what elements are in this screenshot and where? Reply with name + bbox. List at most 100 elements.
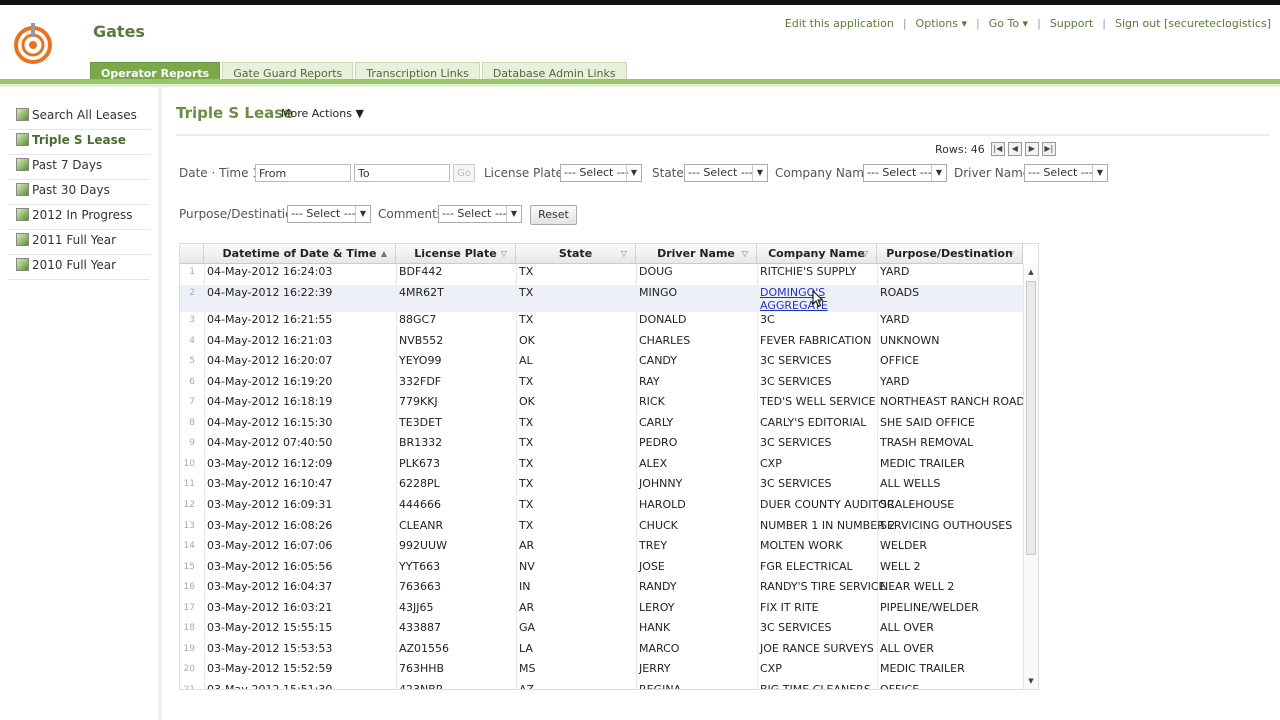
table-row[interactable]: 18 03-May-2012 15:55:15 433887 GA HANK 3C SER… <box>180 620 1023 641</box>
company-name-cell: MOLTEN WORK <box>760 539 843 553</box>
license-plate-select[interactable]: --- Select --- ▼ <box>560 164 642 182</box>
table-row[interactable]: 2 04-May-2012 16:22:39 4MR62T TX MINGO DOMING… <box>180 284 1023 313</box>
table-row[interactable]: 3 04-May-2012 16:21:55 88GC7 TX DONALD 3C YARD <box>180 312 1023 333</box>
datetime-cell: 04-May-2012 16:20:07 <box>207 354 333 368</box>
sidebar-item-triple-s-lease[interactable]: Triple S Lease <box>8 130 150 155</box>
filter-icon: ▽ <box>620 249 627 258</box>
state-cell: AR <box>519 539 535 553</box>
sidebar-item-search-all-leases[interactable]: Search All Leases <box>8 105 150 130</box>
date-to-input[interactable]: To <box>354 164 450 182</box>
table-row[interactable]: 6 04-May-2012 16:19:20 332FDF TX RAY 3C SERVI… <box>180 374 1023 395</box>
purpose-destination-cell: OFFICE <box>880 354 920 368</box>
driver-name-cell: CANDY <box>639 354 678 368</box>
state-cell: AL <box>519 354 533 368</box>
table-row[interactable]: 17 03-May-2012 16:03:21 43JJ65 AR LEROY FIX I… <box>180 600 1023 621</box>
driver-name-cell: JOSE <box>639 559 665 573</box>
state-cell: TX <box>519 374 534 388</box>
date-from-input[interactable]: From <box>255 164 351 182</box>
sign-out-link[interactable]: Sign out [secureteclogistics] <box>1115 17 1271 30</box>
first-page-icon[interactable]: |◀ <box>990 142 1005 156</box>
driver-name-cell: CHARLES <box>639 333 691 347</box>
edit-application-link[interactable]: Edit this application <box>785 17 894 30</box>
datetime-cell: 04-May-2012 07:40:50 <box>207 436 333 450</box>
scroll-up-icon[interactable]: ▲ <box>1024 266 1038 278</box>
grid-scrollbar[interactable]: ▲ ▼ <box>1023 264 1038 689</box>
table-row[interactable]: 20 03-May-2012 15:52:59 763HHB MS JERRY CXP ME… <box>180 661 1023 682</box>
company-name-select[interactable]: --- Select --- ▼ <box>863 164 947 182</box>
datetime-cell: 03-May-2012 16:12:09 <box>207 456 333 470</box>
driver-name-cell: RANDY <box>639 580 677 594</box>
last-page-icon[interactable]: ▶| <box>1041 142 1056 156</box>
state-cell: TX <box>519 265 534 278</box>
prev-page-icon[interactable]: ◀ <box>1007 142 1022 156</box>
datetime-cell: 03-May-2012 16:05:56 <box>207 559 333 573</box>
goto-menu[interactable]: Go To ▾ <box>989 17 1028 30</box>
table-row[interactable]: 19 03-May-2012 15:53:53 AZ01556 LA MARCO JOE … <box>180 641 1023 662</box>
table-row[interactable]: 8 04-May-2012 16:15:30 TE3DET TX CARLY CARLY'… <box>180 415 1023 436</box>
driver-name-select[interactable]: --- Select --- ▼ <box>1024 164 1108 182</box>
license-plate-cell: AZ01556 <box>399 641 450 655</box>
column-header-datetime[interactable]: Datetime of Date & Time ▲ <box>204 244 396 263</box>
report-icon <box>16 133 29 146</box>
table-row[interactable]: 12 03-May-2012 16:09:31 444666 TX HAROLD DUER… <box>180 497 1023 518</box>
column-header-purpose-destination[interactable]: Purpose/Destination ▽ <box>877 244 1023 263</box>
license-plate-cell: 43JJ65 <box>399 600 434 614</box>
license-plate-cell: 779KKJ <box>399 395 438 409</box>
company-name-cell: RITCHIE'S SUPPLY <box>760 265 857 278</box>
driver-name-cell: LEROY <box>639 600 675 614</box>
state-select[interactable]: --- Select --- ▼ <box>684 164 768 182</box>
options-menu[interactable]: Options ▾ <box>916 17 967 30</box>
table-row[interactable]: 10 03-May-2012 16:12:09 PLK673 TX ALEX CXP MED… <box>180 456 1023 477</box>
sidebar-item-past-30-days[interactable]: Past 30 Days <box>8 180 150 205</box>
next-page-icon[interactable]: ▶ <box>1024 142 1039 156</box>
go-button[interactable]: Go <box>453 164 475 182</box>
datetime-cell: 04-May-2012 16:24:03 <box>207 265 333 278</box>
column-header-driver-name[interactable]: Driver Name ▽ <box>636 244 757 263</box>
table-row[interactable]: 9 04-May-2012 07:40:50 BR1332 TX PEDRO 3C SER… <box>180 435 1023 456</box>
purpose-destination-cell: ALL WELLS <box>880 477 941 491</box>
table-row[interactable]: 1 04-May-2012 16:24:03 BDF442 TX DOUG RITCHIE… <box>180 264 1023 285</box>
driver-name-cell: JOHNNY <box>639 477 683 491</box>
license-plate-cell: CLEANR <box>399 518 444 532</box>
table-row[interactable]: 11 03-May-2012 16:10:47 6228PL TX JOHNNY 3C S… <box>180 476 1023 497</box>
state-cell: TX <box>519 497 534 511</box>
license-plate-cell: NVB552 <box>399 333 444 347</box>
sidebar-item-2012-in-progress[interactable]: 2012 In Progress <box>8 205 150 230</box>
column-header-company-name[interactable]: Company Name ▽ <box>757 244 877 263</box>
purpose-destination-select[interactable]: --- Select --- ▼ <box>287 205 371 223</box>
scroll-down-icon[interactable]: ▼ <box>1024 675 1038 687</box>
table-row[interactable]: 15 03-May-2012 16:05:56 YYT663 NV JOSE FGR EL… <box>180 559 1023 580</box>
row-number: 16 <box>183 582 195 593</box>
sidebar-item-2010-full-year[interactable]: 2010 Full Year <box>8 255 150 280</box>
license-plate-cell: PLK673 <box>399 456 440 470</box>
sidebar-item-2011-full-year[interactable]: 2011 Full Year <box>8 230 150 255</box>
state-cell: LA <box>519 641 533 655</box>
scrollbar-thumb[interactable] <box>1026 281 1036 555</box>
driver-name-cell: HANK <box>639 621 671 635</box>
purpose-destination-cell: ROADS <box>880 285 920 299</box>
purpose-destination-cell: MEDIC TRAILER <box>880 456 965 470</box>
row-number: 15 <box>183 561 195 572</box>
sidebar-item-label: Past 7 Days <box>32 158 103 172</box>
table-row[interactable]: 16 03-May-2012 16:04:37 763663 IN RANDY RANDY… <box>180 579 1023 600</box>
license-plate-cell: 763HHB <box>399 662 445 676</box>
table-row[interactable]: 7 04-May-2012 16:18:19 779KKJ OK RICK TED'S W… <box>180 394 1025 415</box>
table-row[interactable]: 4 04-May-2012 16:21:03 NVB552 OK CHARLES FEVE… <box>180 333 1023 354</box>
comments-select[interactable]: --- Select --- ▼ <box>438 205 522 223</box>
more-actions-menu[interactable]: More Actions ▼ <box>281 107 364 120</box>
table-row[interactable]: 14 03-May-2012 16:07:06 992UUW AR TREY MOLTEN… <box>180 538 1023 559</box>
datetime-cell: 03-May-2012 16:03:21 <box>207 600 333 614</box>
row-number: 11 <box>183 479 195 490</box>
support-link[interactable]: Support <box>1050 17 1093 30</box>
sidebar-item-past-7-days[interactable]: Past 7 Days <box>8 155 150 180</box>
filter-icon: ▽ <box>861 249 868 258</box>
report-icon <box>16 233 29 246</box>
table-row[interactable]: 21 03-May-2012 15:51:30 423NBR AZ REGINA BIG … <box>180 682 1023 689</box>
license-plate-cell: 6228PL <box>399 477 440 491</box>
column-header-state[interactable]: State ▽ <box>516 244 636 263</box>
table-row[interactable]: 13 03-May-2012 16:08:26 CLEANR TX CHUCK NUMBE… <box>180 518 1023 539</box>
table-row[interactable]: 5 04-May-2012 16:20:07 YEYO99 AL CANDY 3C SER… <box>180 353 1023 374</box>
reset-button[interactable]: Reset <box>530 205 577 225</box>
column-header-license-plate[interactable]: License Plate ▽ <box>396 244 516 263</box>
chevron-down-icon: ▼ <box>626 165 641 181</box>
